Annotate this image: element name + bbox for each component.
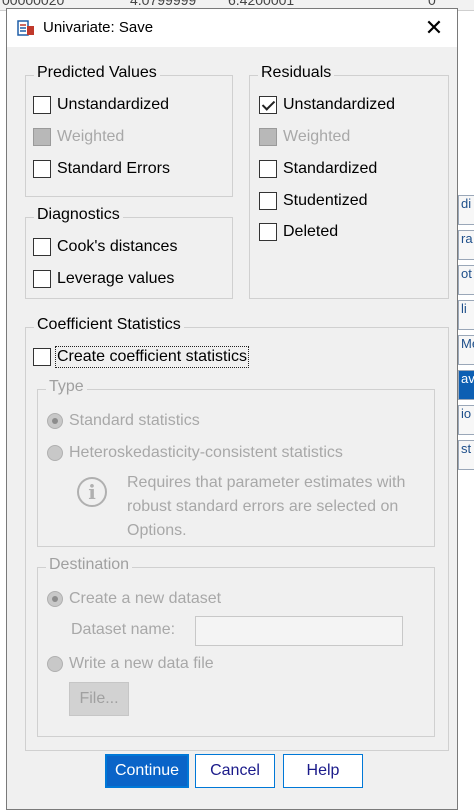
new-dataset-label: Create a new dataset: [69, 590, 222, 607]
diagnostics-legend: Diagnostics: [34, 206, 123, 224]
spss-app-icon: [17, 20, 34, 36]
note-line: Options.: [127, 522, 187, 539]
new-dataset-radio: Create a new dataset: [47, 590, 221, 608]
res-standardized-checkbox[interactable]: Standardized: [259, 160, 377, 178]
bg-tab: st: [458, 440, 474, 470]
window-title: Univariate: Save: [43, 19, 154, 36]
res-unstandardized-checkbox[interactable]: Unstandardized: [259, 96, 395, 114]
title-bar: Univariate: Save ✕: [7, 9, 457, 47]
bg-tab: ra: [458, 230, 474, 260]
create-coefficient-label: Create coefficient statistics: [54, 346, 250, 368]
note-line: Requires that parameter estimates with: [127, 474, 406, 491]
bg-tab: av: [458, 370, 474, 400]
hetero-statistics-radio: Heteroskedasticity-consistent statistics: [47, 444, 343, 462]
checkbox-box: [33, 128, 51, 146]
checkbox-box[interactable]: [33, 96, 51, 114]
checkbox-box[interactable]: [33, 160, 51, 178]
coefficient-statistics-legend: Coefficient Statistics: [34, 316, 184, 334]
radio-selected: [47, 413, 63, 429]
radio-unselected: [47, 445, 63, 461]
checkbox-box[interactable]: [259, 160, 277, 178]
checkbox-box: [259, 128, 277, 146]
pred-weighted-checkbox: Weighted: [33, 128, 124, 146]
bg-cell: 0: [428, 0, 436, 8]
univariate-save-dialog: Univariate: Save ✕ Predicted Values Unst…: [6, 8, 458, 810]
bg-tab: Me: [458, 335, 474, 365]
residuals-legend: Residuals: [258, 64, 335, 82]
res-standardized-label: Standardized: [283, 160, 378, 177]
cooks-distances-label: Cook's distances: [57, 238, 178, 255]
cancel-button[interactable]: Cancel: [195, 754, 275, 788]
bg-tab: ot: [458, 265, 474, 295]
res-studentized-checkbox[interactable]: Studentized: [259, 192, 368, 210]
pred-unstandardized-label: Unstandardized: [57, 96, 170, 113]
res-studentized-label: Studentized: [283, 192, 368, 209]
dataset-name-input: [195, 616, 403, 646]
pred-weighted-label: Weighted: [57, 128, 125, 145]
dataset-name-label: Dataset name:: [71, 621, 176, 638]
close-icon[interactable]: ✕: [421, 15, 447, 41]
res-weighted-label: Weighted: [283, 128, 351, 145]
res-deleted-label: Deleted: [283, 223, 339, 240]
bg-cell: 6.4200001: [228, 0, 295, 8]
radio-selected: [47, 591, 63, 607]
pred-standard-errors-checkbox[interactable]: Standard Errors: [33, 160, 170, 178]
note-line: robust standard errors are selected on: [127, 498, 399, 515]
pred-unstandardized-checkbox[interactable]: Unstandardized: [33, 96, 169, 114]
checkbox-box[interactable]: [259, 223, 277, 241]
cooks-distances-checkbox[interactable]: Cook's distances: [33, 238, 177, 256]
predicted-values-legend: Predicted Values: [34, 64, 160, 82]
checkbox-box[interactable]: [33, 348, 51, 366]
create-coefficient-checkbox[interactable]: Create coefficient statistics: [33, 346, 250, 368]
standard-statistics-label: Standard statistics: [69, 412, 200, 429]
checkbox-box[interactable]: [259, 192, 277, 210]
bg-tab: li: [458, 300, 474, 330]
write-data-file-radio: Write a new data file: [47, 655, 214, 673]
type-legend: Type: [46, 378, 87, 396]
bg-tab: di: [458, 195, 474, 225]
radio-unselected: [47, 656, 63, 672]
bg-tab: io: [458, 405, 474, 435]
res-weighted-checkbox: Weighted: [259, 128, 350, 146]
checkbox-box[interactable]: [33, 238, 51, 256]
checkbox-box-checked[interactable]: [259, 96, 277, 114]
file-button: File...: [69, 682, 129, 716]
hetero-statistics-label: Heteroskedasticity-consistent statistics: [69, 444, 343, 461]
robust-note: Requires that parameter estimates with r…: [127, 471, 405, 543]
background-side-tabs: di ra ot li Me av io st: [458, 190, 474, 490]
leverage-values-label: Leverage values: [57, 270, 175, 287]
continue-button[interactable]: Continue: [105, 754, 189, 788]
checkbox-box[interactable]: [33, 270, 51, 288]
leverage-values-checkbox[interactable]: Leverage values: [33, 270, 174, 288]
pred-standard-errors-label: Standard Errors: [57, 160, 170, 177]
res-unstandardized-label: Unstandardized: [283, 96, 396, 113]
standard-statistics-radio: Standard statistics: [47, 412, 200, 430]
destination-legend: Destination: [46, 556, 133, 574]
info-icon: i: [77, 477, 107, 507]
bg-cell: 00000020: [2, 0, 65, 8]
help-button[interactable]: Help: [283, 754, 363, 788]
res-deleted-checkbox[interactable]: Deleted: [259, 223, 338, 241]
bg-cell: 4.0799999: [130, 0, 197, 8]
write-data-file-label: Write a new data file: [69, 655, 214, 672]
